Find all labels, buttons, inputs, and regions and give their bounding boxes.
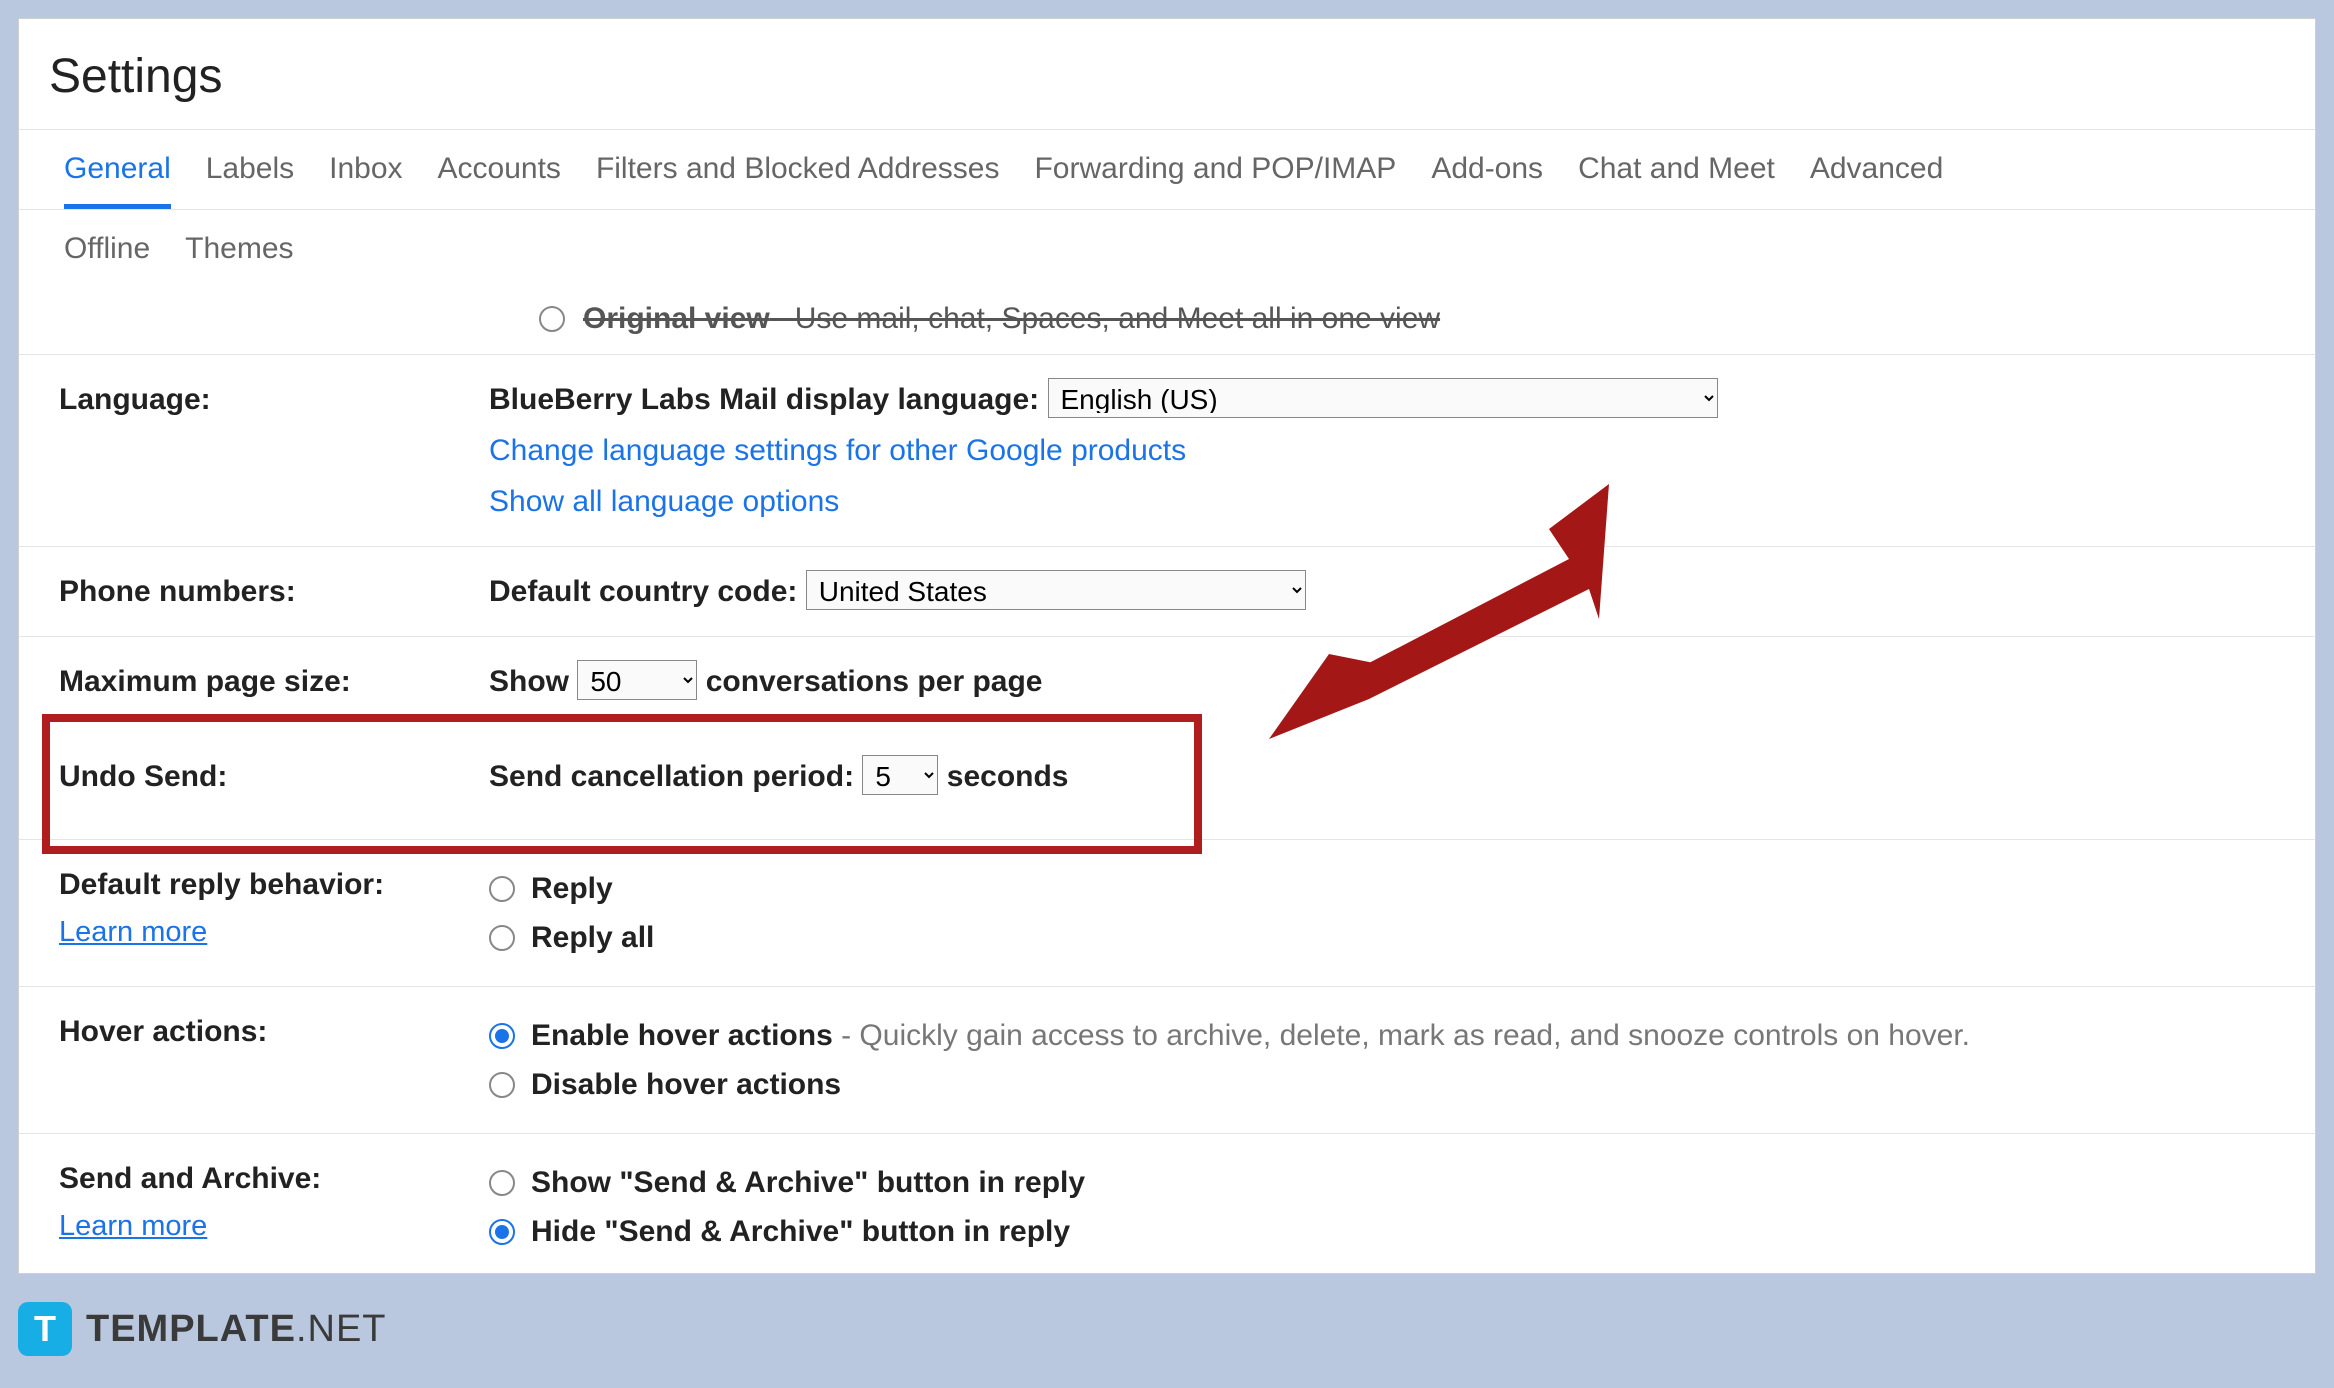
opt-show-send-archive: Show "Send & Archive" button in reply: [531, 1160, 1085, 1205]
opt-disable-hover: Disable hover actions: [531, 1062, 841, 1107]
tab-general[interactable]: General: [64, 140, 171, 209]
row-hover-actions: Hover actions: Enable hover actions - Qu…: [19, 987, 2315, 1134]
settings-content: Original view Use mail, chat, Spaces, an…: [19, 302, 2315, 1274]
partial-cutoff-row: Original view Use mail, chat, Spaces, an…: [19, 302, 2315, 355]
label-phone: Phone numbers:: [59, 569, 489, 614]
label-reply: Default reply behavior: Learn more: [59, 862, 489, 955]
row-pagesize: Maximum page size: Show 50 conversations…: [19, 637, 2315, 714]
opt-reply-all: Reply all: [531, 915, 654, 960]
tabs-row-2: Offline Themes: [19, 210, 2315, 302]
row-undo-send: Undo Send: Send cancellation period: 5 s…: [19, 714, 2315, 840]
label-pagesize: Maximum page size:: [59, 659, 489, 704]
pagesize-suffix: conversations per page: [706, 665, 1043, 698]
settings-window: Settings General Labels Inbox Accounts F…: [18, 18, 2316, 1274]
radio-enable-hover[interactable]: [489, 1023, 515, 1049]
row-phone: Phone numbers: Default country code: Uni…: [19, 547, 2315, 637]
label-undo-send: Undo Send:: [59, 754, 489, 799]
tab-labels[interactable]: Labels: [206, 140, 294, 209]
radio-original-view[interactable]: [539, 306, 565, 332]
undo-period-select[interactable]: 5: [862, 755, 938, 795]
opt-hide-send-archive: Hide "Send & Archive" button in reply: [531, 1209, 1070, 1254]
language-prefix: BlueBerry Labs Mail display language:: [489, 383, 1039, 416]
opt-enable-hover: Enable hover actions: [531, 1019, 833, 1052]
link-show-all-languages[interactable]: Show all language options: [489, 479, 839, 524]
radio-disable-hover[interactable]: [489, 1072, 515, 1098]
undo-suffix: seconds: [947, 760, 1069, 793]
tab-offline[interactable]: Offline: [64, 220, 150, 284]
tab-chat-meet[interactable]: Chat and Meet: [1578, 140, 1775, 209]
tab-filters[interactable]: Filters and Blocked Addresses: [596, 140, 1000, 209]
language-select[interactable]: English (US): [1048, 378, 1718, 418]
row-language: Language: BlueBerry Labs Mail display la…: [19, 355, 2315, 547]
opt-reply: Reply: [531, 866, 613, 911]
pagesize-prefix: Show: [489, 665, 569, 698]
footer-brand-text: TEMPLATE.NET: [86, 1308, 387, 1351]
label-hover: Hover actions:: [59, 1009, 489, 1054]
radio-reply[interactable]: [489, 876, 515, 902]
label-send-archive: Send and Archive: Learn more: [59, 1156, 489, 1249]
tabs-row-1: General Labels Inbox Accounts Filters an…: [19, 130, 2315, 210]
link-learn-more-sendarchive[interactable]: Learn more: [59, 1205, 489, 1249]
tab-accounts[interactable]: Accounts: [438, 140, 561, 209]
tab-forwarding[interactable]: Forwarding and POP/IMAP: [1034, 140, 1396, 209]
footer-branding: T TEMPLATE.NET: [18, 1302, 387, 1356]
hover-hint: - Quickly gain access to archive, delete…: [833, 1019, 1970, 1052]
phone-prefix: Default country code:: [489, 575, 797, 608]
tab-advanced[interactable]: Advanced: [1810, 140, 1943, 209]
radio-reply-all[interactable]: [489, 925, 515, 951]
footer-logo-icon: T: [18, 1302, 72, 1356]
pagesize-select[interactable]: 50: [577, 660, 697, 700]
row-send-archive: Send and Archive: Learn more Show "Send …: [19, 1134, 2315, 1274]
radio-hide-send-archive[interactable]: [489, 1219, 515, 1245]
link-learn-more-reply[interactable]: Learn more: [59, 911, 489, 955]
tab-addons[interactable]: Add-ons: [1431, 140, 1543, 209]
cutoff-text: Original view Use mail, chat, Spaces, an…: [583, 302, 1440, 336]
radio-show-send-archive[interactable]: [489, 1170, 515, 1196]
link-change-language[interactable]: Change language settings for other Googl…: [489, 428, 1186, 473]
country-code-select[interactable]: United States: [806, 570, 1306, 610]
page-title: Settings: [19, 19, 2315, 129]
undo-prefix: Send cancellation period:: [489, 760, 854, 793]
tab-themes[interactable]: Themes: [185, 220, 293, 284]
tab-inbox[interactable]: Inbox: [329, 140, 402, 209]
row-reply-behavior: Default reply behavior: Learn more Reply…: [19, 840, 2315, 987]
label-language: Language:: [59, 377, 489, 422]
